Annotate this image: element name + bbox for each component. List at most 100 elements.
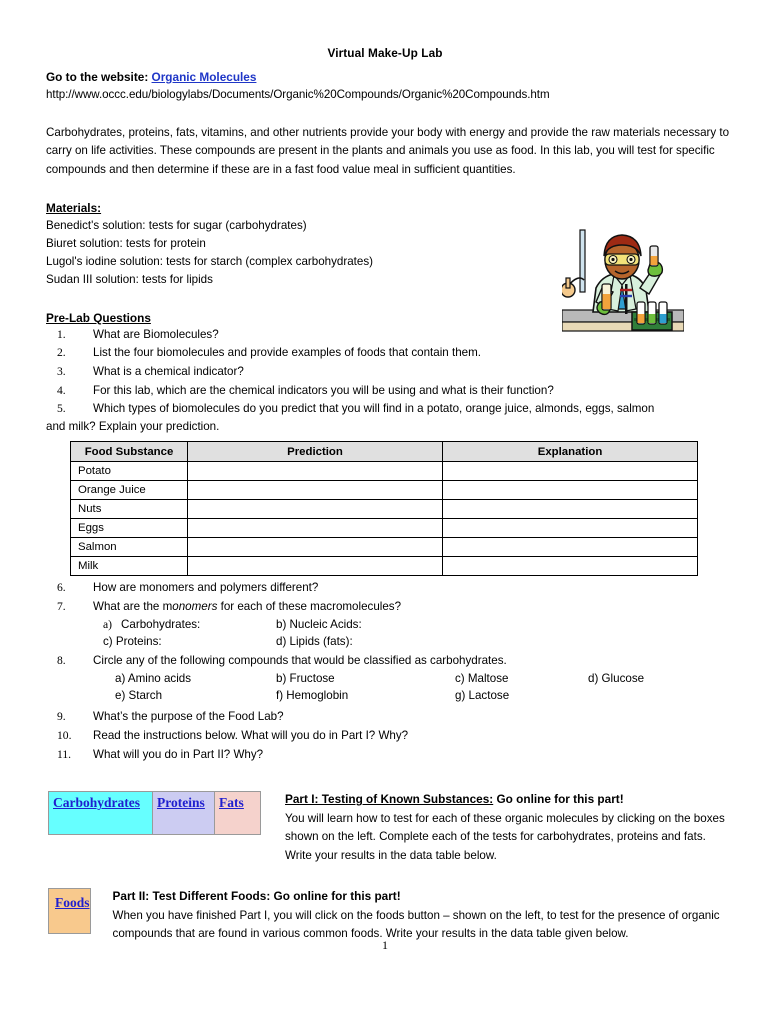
carbohydrates-button[interactable]: Carbohydrates <box>49 792 153 835</box>
question-number: 3. <box>57 365 66 379</box>
question-number: 8. <box>57 653 66 667</box>
table-row: Potato <box>70 461 698 482</box>
q8-option-b[interactable]: b) Fructose <box>276 670 455 688</box>
column-header-food-substance: Food Substance <box>70 441 188 463</box>
cell-explanation[interactable] <box>442 461 698 482</box>
table-row: Eggs <box>70 518 698 539</box>
cell-food-substance: Salmon <box>70 537 188 558</box>
question-text: How are monomers and polymers different? <box>93 581 319 595</box>
q7-options-row-1: a) Carbohydrates: b) Nucleic Acids: <box>0 616 770 634</box>
prelab-question-list: 1. What are Biomolecules? 2. List the fo… <box>0 325 770 436</box>
food-prediction-table-wrap: Food Substance Prediction Explanation Po… <box>0 435 770 577</box>
cell-prediction[interactable] <box>187 537 443 558</box>
q7-option-d: d) Lipids (fats): <box>276 635 353 649</box>
document-page: Virtual Make-Up Lab Go to the website: O… <box>0 0 770 1024</box>
question-text: Read the instructions below. What will y… <box>93 729 409 743</box>
list-item: 4. For this lab, which are the chemical … <box>0 381 770 400</box>
question-5-continuation: and milk? Explain your prediction. <box>46 419 220 433</box>
question-text: What will you do in Part II? Why? <box>93 747 264 761</box>
list-item: 6. How are monomers and polymers differe… <box>0 576 770 597</box>
cell-food-substance: Orange Juice <box>70 480 188 501</box>
list-item: 3. What is a chemical indicator? <box>0 362 770 381</box>
website-line: Go to the website: Organic Molecules <box>0 60 770 84</box>
fats-button-label: Fats <box>219 795 244 811</box>
cell-food-substance: Nuts <box>70 499 188 520</box>
question-text: What’s the purpose of the Food Lab? <box>93 710 284 724</box>
question-number: 10. <box>57 729 72 743</box>
foods-button[interactable]: Foods <box>48 888 91 935</box>
part-2-title: Part II: Test Different Foods: Go online… <box>112 889 401 904</box>
q7-option-a-text: Carbohydrates: <box>121 617 201 631</box>
cell-prediction[interactable] <box>187 556 443 577</box>
organic-molecules-link[interactable]: Organic Molecules <box>152 70 257 84</box>
q7-suffix: for each of these macromolecules? <box>217 600 402 614</box>
list-item: 2. List the four biomolecules and provid… <box>0 343 770 362</box>
cell-explanation[interactable] <box>442 556 698 577</box>
q8-options-row-2: e) Starch f) Hemoglobin g) Lactose <box>0 687 770 705</box>
q8-option-a[interactable]: a) Amino acids <box>115 670 276 688</box>
list-item: 11. What will you do in Part II? Why? <box>0 745 770 764</box>
list-item: 7. What are the monomers for each of the… <box>0 597 770 616</box>
part-2-text: Part II: Test Different Foods: Go online… <box>91 888 770 944</box>
list-item: 8. Circle any of the following compounds… <box>0 651 770 670</box>
prelab-question-list-2: 6. How are monomers and polymers differe… <box>0 576 770 763</box>
table-row: Orange Juice <box>70 480 698 501</box>
proteins-button-label: Proteins <box>157 795 205 811</box>
table-row: Milk <box>70 556 698 577</box>
proteins-button[interactable]: Proteins <box>153 792 215 835</box>
cell-explanation[interactable] <box>442 537 698 558</box>
part-1-title: Part I: Testing of Known Substances: Go … <box>285 791 732 809</box>
q8-option-e[interactable]: e) Starch <box>115 687 276 705</box>
cell-prediction[interactable] <box>187 461 443 482</box>
question-number: 4. <box>57 383 66 397</box>
column-header-explanation: Explanation <box>442 441 698 463</box>
q8-option-g[interactable]: g) Lactose <box>455 687 588 705</box>
materials-heading-text: Materials: <box>46 200 102 215</box>
q7-prefix: What are the m <box>93 600 173 614</box>
question-number: 7. <box>57 600 66 614</box>
cell-prediction[interactable] <box>187 499 443 520</box>
question-text: Which types of biomolecules do you predi… <box>93 402 655 416</box>
part-1-section: Carbohydrates Proteins Fats Part I: Test… <box>0 763 770 865</box>
cell-explanation[interactable] <box>442 499 698 520</box>
food-prediction-table: Food Substance Prediction Explanation Po… <box>70 441 698 577</box>
question-number: 9. <box>57 710 66 724</box>
fats-button[interactable]: Fats <box>215 792 261 835</box>
question-number: 2. <box>57 346 66 360</box>
table-row: Nuts <box>70 499 698 520</box>
cell-food-substance: Milk <box>70 556 188 577</box>
cell-prediction[interactable] <box>187 480 443 501</box>
question-text: For this lab, which are the chemical ind… <box>93 383 554 397</box>
page-number: 1 <box>382 938 388 952</box>
q7-options-row-2: c) Proteins: d) Lipids (fats): <box>0 633 770 651</box>
question-number: 1. <box>57 327 66 341</box>
list-item: 9. What’s the purpose of the Food Lab? <box>0 705 770 726</box>
part-1-title-plain: Go online for this part! <box>493 792 624 807</box>
part-1-text: Part I: Testing of Known Substances: Go … <box>261 791 770 865</box>
cell-explanation[interactable] <box>442 518 698 539</box>
list-item: 5. Which types of biomolecules do you pr… <box>0 399 770 418</box>
column-header-prediction: Prediction <box>187 441 443 463</box>
part-1-body: You will learn how to test for each of t… <box>285 811 725 862</box>
part-1-button-group: Carbohydrates Proteins Fats <box>48 791 261 836</box>
carbohydrates-button-label: Carbohydrates <box>53 795 140 811</box>
question-text: List the four biomolecules and provide e… <box>93 346 481 360</box>
q8-option-f[interactable]: f) Hemoglobin <box>276 687 455 705</box>
cell-food-substance: Eggs <box>70 518 188 539</box>
question-text: Circle any of the following compounds th… <box>93 653 507 667</box>
q7-option-b: b) Nucleic Acids: <box>276 617 362 631</box>
cell-explanation[interactable] <box>442 480 698 501</box>
scientist-clipart <box>560 226 685 340</box>
table-row: Salmon <box>70 537 698 558</box>
table-header-row: Food Substance Prediction Explanation <box>70 441 698 463</box>
q8-option-c[interactable]: c) Maltose <box>455 670 588 688</box>
question-text: What is a chemical indicator? <box>93 365 244 379</box>
q7-option-c: c) Proteins: <box>103 635 162 649</box>
question-number: 11. <box>57 747 72 761</box>
part-1-title-underlined: Part I: Testing of Known Substances: <box>285 792 494 807</box>
cell-prediction[interactable] <box>187 518 443 539</box>
list-item: 10. Read the instructions below. What wi… <box>0 726 770 745</box>
part-2-section: Foods Part II: Test Different Foods: Go … <box>0 865 770 944</box>
q8-option-d[interactable]: d) Glucose <box>588 670 644 688</box>
q7-italic-part: onomers <box>172 600 218 614</box>
